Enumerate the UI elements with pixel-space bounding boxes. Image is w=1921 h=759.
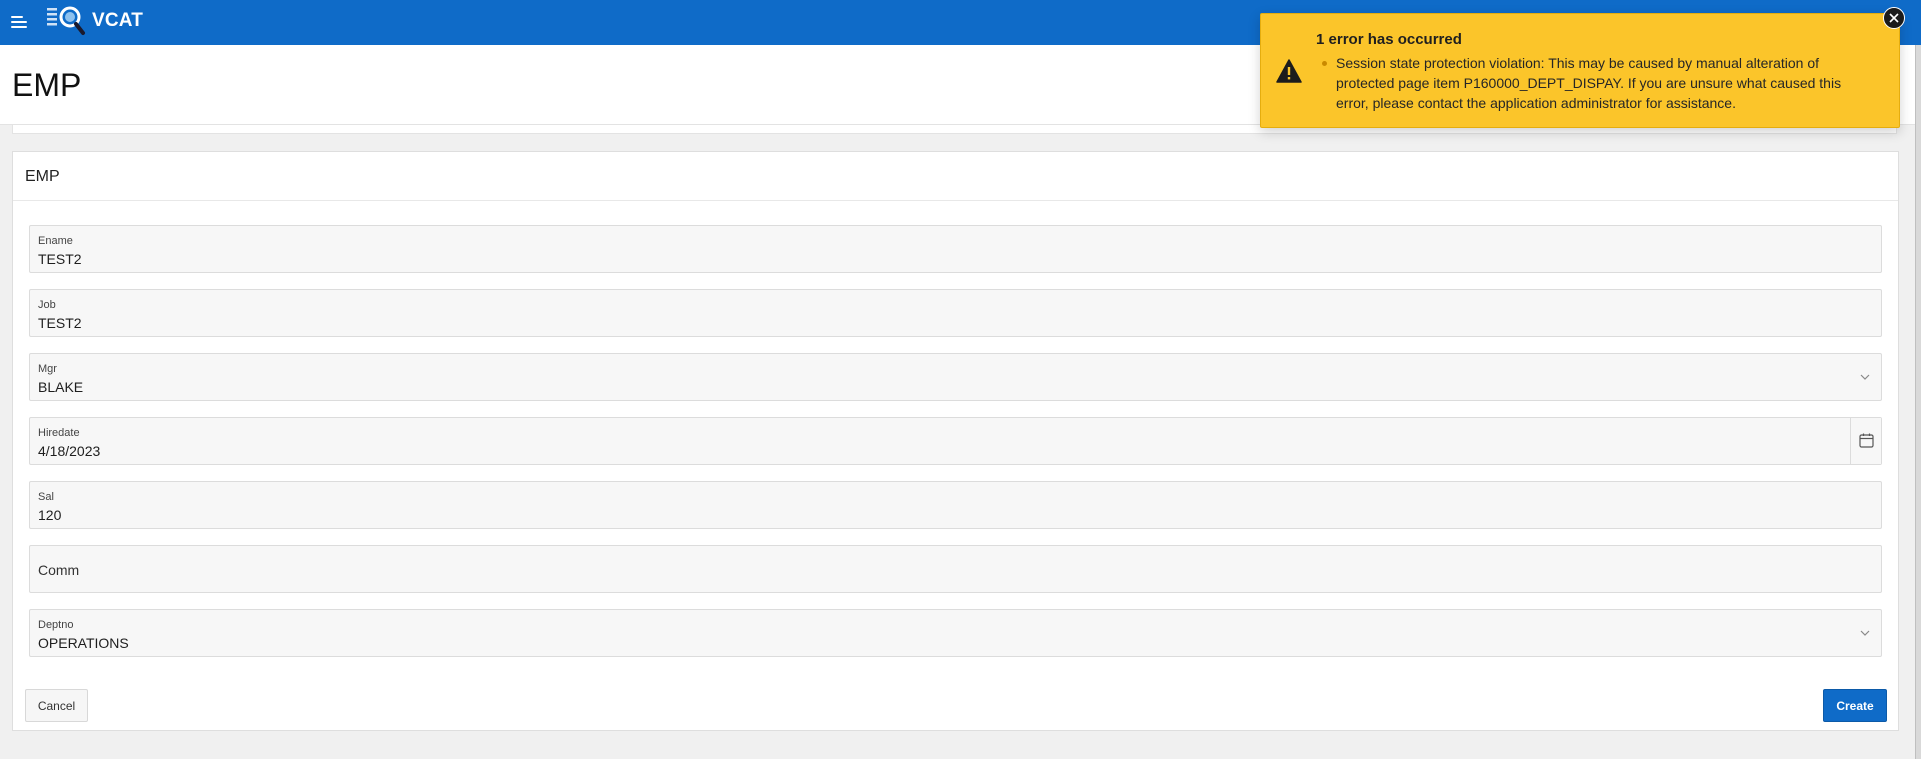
vcat-logo-icon[interactable] bbox=[47, 5, 87, 37]
cancel-button[interactable]: Cancel bbox=[25, 689, 88, 722]
ename-label: Ename bbox=[38, 235, 73, 247]
calendar-icon bbox=[1859, 433, 1874, 448]
job-value[interactable]: TEST2 bbox=[38, 315, 82, 331]
chevron-down-icon[interactable] bbox=[1859, 372, 1871, 382]
close-icon[interactable] bbox=[1883, 7, 1905, 29]
scrollbar[interactable] bbox=[1915, 45, 1921, 759]
ename-field[interactable]: Ename TEST2 bbox=[29, 225, 1882, 273]
error-notification: 1 error has occurred Session state prote… bbox=[1260, 13, 1900, 128]
deptno-label: Deptno bbox=[38, 619, 74, 631]
sal-field[interactable]: Sal 120 bbox=[29, 481, 1882, 529]
mgr-select[interactable]: Mgr BLAKE bbox=[29, 353, 1882, 401]
hiredate-field[interactable]: Hiredate 4/18/2023 bbox=[29, 417, 1882, 465]
job-field[interactable]: Job TEST2 bbox=[29, 289, 1882, 337]
hamburger-menu-icon[interactable] bbox=[11, 14, 29, 30]
page-title: EMP bbox=[12, 67, 82, 103]
mgr-value[interactable]: BLAKE bbox=[38, 379, 83, 395]
job-label: Job bbox=[38, 299, 56, 311]
sal-value[interactable]: 120 bbox=[38, 507, 61, 523]
comm-field[interactable]: Comm bbox=[29, 545, 1882, 593]
emp-form-region: EMP Ename TEST2 Job TEST2 Mgr BLAKE Hire… bbox=[12, 151, 1899, 731]
sal-label: Sal bbox=[38, 491, 54, 503]
chevron-down-icon[interactable] bbox=[1859, 628, 1871, 638]
error-message-list: Session state protection violation: This… bbox=[1320, 53, 1875, 113]
calendar-button[interactable] bbox=[1850, 418, 1881, 464]
region-title: EMP bbox=[25, 168, 60, 185]
hiredate-value[interactable]: 4/18/2023 bbox=[38, 443, 100, 459]
hiredate-label: Hiredate bbox=[38, 427, 80, 439]
error-title: 1 error has occurred bbox=[1316, 31, 1462, 48]
deptno-value[interactable]: OPERATIONS bbox=[38, 635, 129, 651]
create-button[interactable]: Create bbox=[1823, 689, 1887, 722]
deptno-select[interactable]: Deptno OPERATIONS bbox=[29, 609, 1882, 657]
warning-icon bbox=[1276, 59, 1302, 83]
comm-label: Comm bbox=[38, 562, 80, 578]
mgr-label: Mgr bbox=[38, 363, 57, 375]
error-message: Session state protection violation: This… bbox=[1320, 53, 1875, 113]
region-header: EMP bbox=[13, 152, 1898, 201]
app-name[interactable]: VCAT bbox=[92, 10, 143, 32]
ename-value[interactable]: TEST2 bbox=[38, 251, 82, 267]
